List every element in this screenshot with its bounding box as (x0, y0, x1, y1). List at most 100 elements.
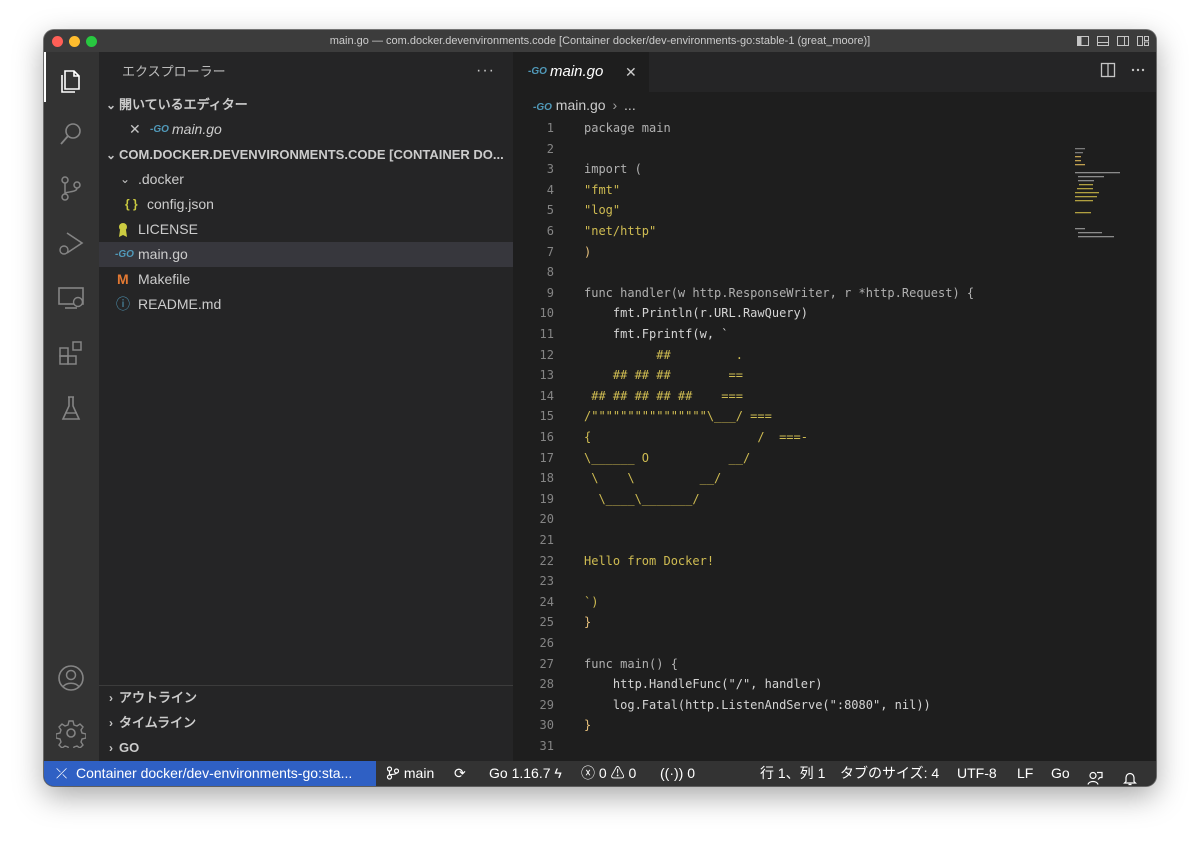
vscode-window: main.go — com.docker.devenvironments.cod… (44, 30, 1156, 786)
close-tab-icon[interactable]: ✕ (625, 52, 637, 92)
notifications-bell-icon[interactable] (1122, 766, 1138, 786)
line-content: ## ## ## ## ## === (584, 388, 743, 403)
encoding-indicator[interactable]: UTF-8 (957, 761, 997, 786)
outline-section-header[interactable]: › アウトライン (99, 685, 513, 710)
tab-main-go[interactable]: -GO main.go ✕ (513, 52, 649, 92)
lightning-icon: ϟ (554, 765, 562, 781)
ports-indicator[interactable]: ((·)) 0 (660, 761, 695, 786)
open-editor-item[interactable]: ✕ -GO main.go (99, 117, 513, 142)
remote-explorer-icon[interactable] (56, 283, 86, 313)
run-debug-icon[interactable] (56, 228, 86, 258)
line-content: "net/http" (584, 224, 657, 238)
line-content: fmt.Println(r.URL.RawQuery) (584, 306, 808, 321)
customize-layout-icon[interactable] (1136, 34, 1150, 48)
line-content: Hello from Docker! (584, 553, 715, 568)
line-number: 29 (539, 697, 554, 712)
editor-area: -GO main.go ✕ -GO main.go › ... 1 package… (513, 52, 1156, 761)
line-number: 11 (539, 327, 554, 341)
sync-icon[interactable]: ⟳ (454, 761, 466, 786)
code-line: 19 \____\_______/ (513, 489, 1073, 510)
line-number: 6 (546, 224, 554, 238)
line-number: 14 (539, 388, 554, 403)
go-version-indicator[interactable]: Go 1.16.7 ϟ (489, 761, 562, 786)
close-icon[interactable]: ✕ (129, 117, 141, 142)
settings-gear-icon[interactable] (56, 718, 86, 748)
testing-icon[interactable] (56, 393, 86, 423)
toggle-panel-icon[interactable] (1096, 34, 1110, 48)
line-content: { / ===- (584, 430, 808, 444)
more-actions-icon[interactable] (1130, 62, 1146, 78)
go-version-label: Go 1.16.7 (489, 765, 551, 781)
branch-indicator[interactable]: main (386, 761, 434, 786)
line-number: 13 (539, 368, 554, 383)
code-line: 2 (513, 139, 1073, 160)
line-number: 3 (546, 162, 554, 177)
workspace-header[interactable]: ⌄ COM.DOCKER.DEVENVIRONMENTS.CODE [CONTAI… (99, 142, 513, 167)
tree-item-config-json[interactable]: { } config.json (99, 192, 513, 217)
remote-icon: ⤫ (56, 765, 68, 781)
code-line: 1 package main (513, 118, 1073, 139)
tree-item-label: config.json (147, 196, 214, 212)
explorer-icon[interactable] (56, 64, 86, 94)
warning-count: 0 (628, 765, 637, 781)
breadcrumb-file[interactable]: main.go (556, 97, 606, 113)
line-content: http.HandleFunc("/", handler) (584, 677, 823, 692)
line-number: 8 (546, 265, 554, 280)
split-editor-icon[interactable] (1100, 62, 1116, 78)
cursor-position[interactable]: 行 1、列 1 (760, 761, 825, 786)
tree-item-label: README.md (138, 296, 222, 312)
code-line: 10 fmt.Println(r.URL.RawQuery) (513, 303, 1073, 324)
line-number: 9 (546, 285, 554, 300)
remote-label: Container docker/dev-environments-go:sta… (76, 765, 353, 781)
account-icon[interactable] (56, 663, 86, 693)
active-indicator (44, 52, 46, 102)
code-line: 22 Hello from Docker! (513, 551, 1073, 572)
broadcast-icon: ((·)) (660, 765, 684, 781)
open-editors-header[interactable]: ⌄ 開いているエディター (99, 92, 513, 117)
toggle-sidebar-icon[interactable] (1076, 34, 1090, 48)
tree-item-readme[interactable]: ⓘ README.md (99, 292, 513, 317)
remote-indicator[interactable]: ⤫ Container docker/dev-environments-go:s… (44, 761, 376, 786)
ribbon-icon (119, 223, 127, 237)
open-editors-label: 開いているエディター (119, 97, 248, 112)
outline-label: アウトライン (119, 690, 198, 705)
go-file-icon: -GO (150, 124, 169, 135)
line-content: ) (584, 244, 592, 259)
eol-indicator[interactable]: LF (1017, 761, 1033, 786)
code-line: 4 "fmt" (513, 180, 1073, 201)
line-number: 7 (546, 244, 554, 259)
tree-item-main-go[interactable]: -GO main.go (99, 242, 513, 267)
code-line: 5 "log" (513, 200, 1073, 221)
makefile-icon: M (117, 271, 129, 287)
extensions-icon[interactable] (56, 338, 86, 368)
line-number: 18 (539, 471, 554, 486)
toggle-secondary-sidebar-icon[interactable] (1116, 34, 1130, 48)
tree-item-makefile[interactable]: M Makefile (99, 267, 513, 292)
breadcrumb-symbols[interactable]: ... (624, 97, 636, 113)
more-actions-button[interactable]: ··· (476, 62, 495, 80)
line-content: log.Fatal(http.ListenAndServe(":8080", n… (584, 697, 931, 712)
go-file-icon: -GO (115, 249, 134, 260)
code-line: 15 /""""""""""""""""\___/ === (513, 406, 1073, 427)
line-content: \ \ __/ (584, 471, 722, 486)
source-control-icon[interactable] (56, 173, 86, 203)
tab-bar: -GO main.go ✕ (513, 52, 1156, 92)
code-line: 26 (513, 633, 1073, 654)
minimap[interactable] (1069, 118, 1156, 761)
problems-indicator[interactable]: ⓧ 0 ⚠ 0 (581, 761, 636, 786)
feedback-icon[interactable] (1087, 766, 1103, 786)
tab-size-indicator[interactable]: タブのサイズ: 4 (840, 761, 939, 786)
timeline-section-header[interactable]: › タイムライン (99, 710, 513, 735)
tree-item-docker-folder[interactable]: ⌄ .docker (99, 167, 513, 192)
error-count: 0 (598, 765, 607, 781)
explorer-sidebar: エクスプローラー ··· ⌄ 開いているエディター ✕ -GO main.go ⌄… (99, 52, 513, 761)
search-icon[interactable] (56, 119, 86, 149)
tree-item-license[interactable]: LICENSE (99, 217, 513, 242)
go-section-header[interactable]: › GO (99, 735, 513, 760)
code-line: 6 "net/http" (513, 221, 1073, 242)
language-mode[interactable]: Go (1051, 761, 1070, 786)
code-line: 20 (513, 509, 1073, 530)
line-content: ## . (584, 347, 743, 362)
line-number: 31 (539, 739, 554, 753)
line-number: 26 (539, 636, 554, 650)
